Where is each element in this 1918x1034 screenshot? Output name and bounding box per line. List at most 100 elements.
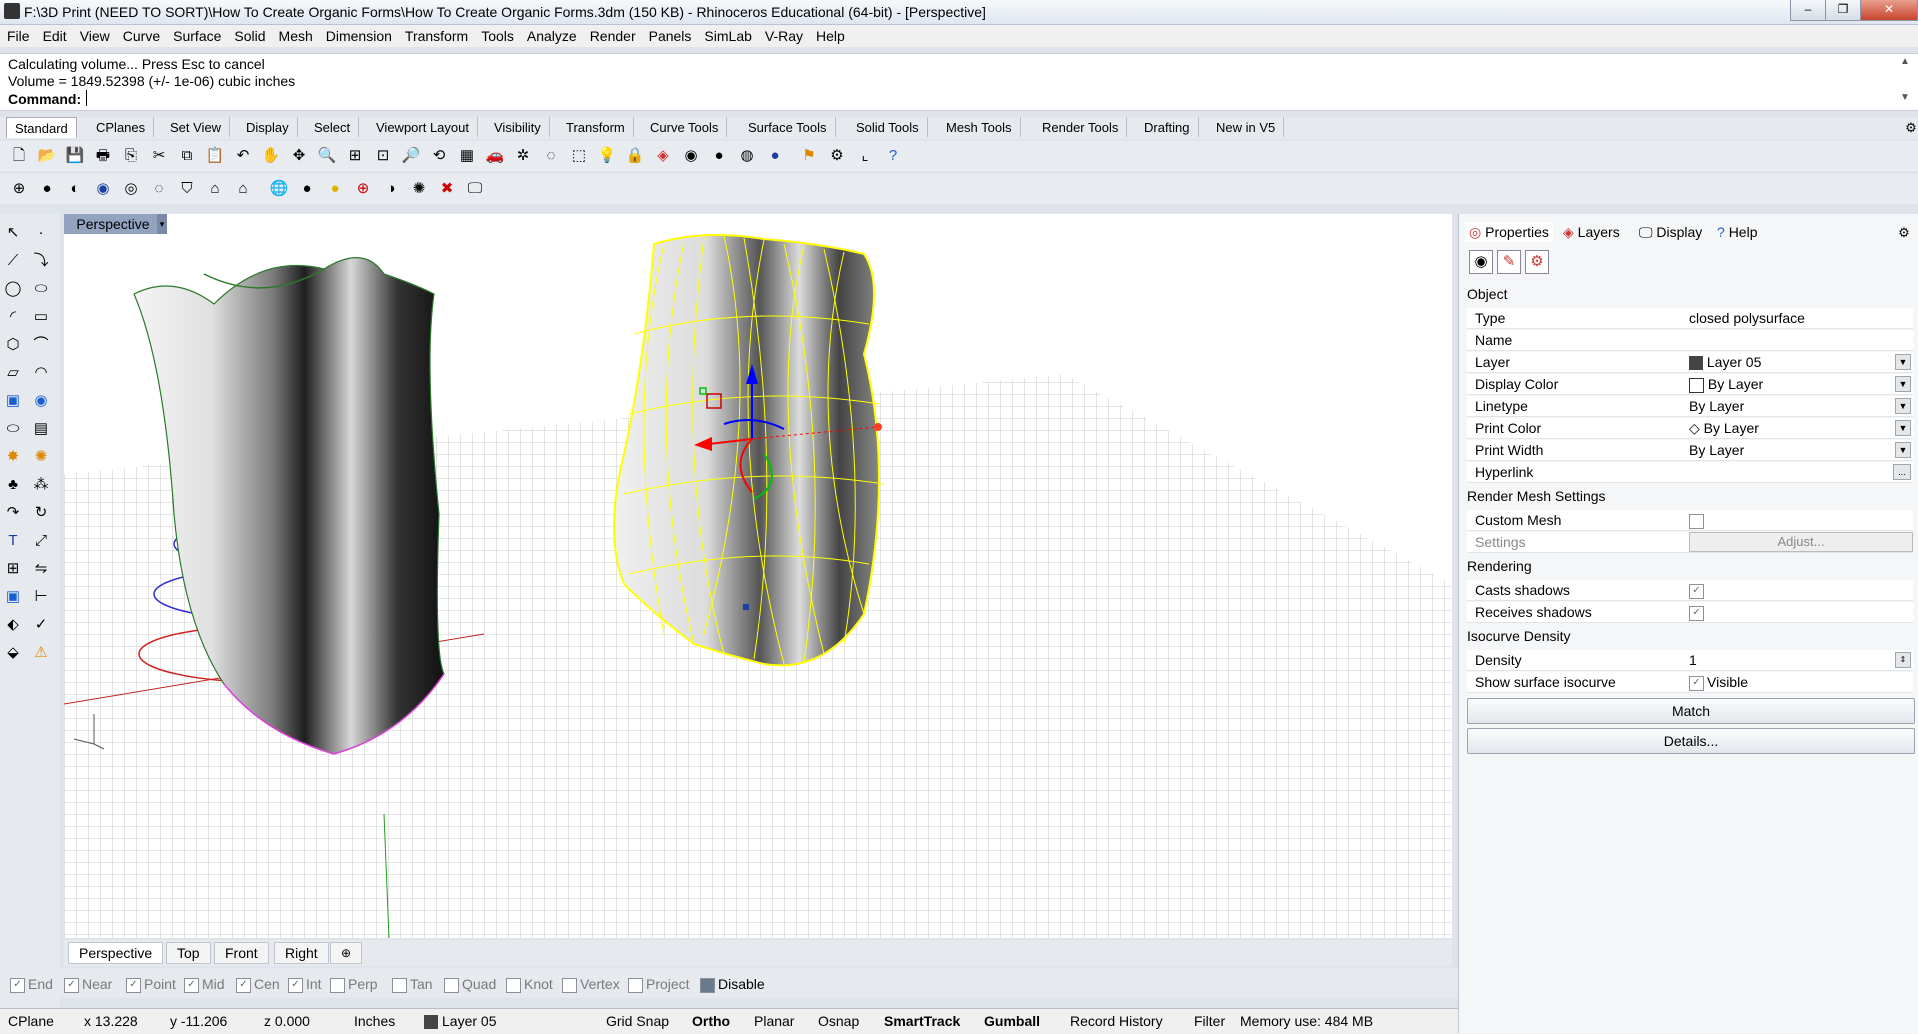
prop-row-casts-shadows[interactable]: Casts shadows ✓ (1467, 580, 1913, 601)
osnap-knot[interactable]: Knot (506, 976, 553, 993)
color-wheel-icon[interactable]: ◉ (680, 145, 702, 167)
pan-icon[interactable]: ✋ (260, 145, 282, 167)
tab-set-view[interactable]: Set View (162, 117, 231, 137)
osnap-end[interactable]: ✓ End (10, 976, 53, 993)
density-spinner-icon[interactable]: ⇕ (1895, 652, 1911, 668)
chevron-down-icon[interactable]: ▼ (1895, 398, 1911, 414)
tab-transform[interactable]: Transform (558, 117, 634, 137)
render-icon[interactable]: ● (764, 145, 786, 167)
panel-tab-display[interactable]: 🖵 Display (1639, 222, 1702, 242)
menu-render[interactable]: Render (583, 25, 642, 44)
select-arrow-icon[interactable]: ↖ (2, 222, 24, 244)
osnap-quad[interactable]: Quad (444, 976, 496, 993)
osnap-point[interactable]: ✓ Point (126, 976, 176, 993)
menu-solid[interactable]: Solid (227, 25, 271, 44)
car-icon[interactable]: 🚗 (484, 145, 506, 167)
menu-view[interactable]: View (73, 25, 116, 44)
prop-row-custom-mesh[interactable]: Custom Mesh (1467, 510, 1913, 531)
polygon-icon[interactable]: ⬡ (2, 334, 24, 356)
box-icon[interactable]: ▣ (2, 390, 24, 412)
layer-icon[interactable]: ◈ (652, 145, 674, 167)
snap-icon[interactable]: ✲ (512, 145, 534, 167)
render-preview-icon[interactable]: ◍ (736, 145, 758, 167)
zoom-extents-icon[interactable]: ⊡ (372, 145, 394, 167)
yellow-sphere-icon[interactable]: ● (324, 178, 346, 200)
loft-icon[interactable]: ◠ (30, 362, 52, 384)
menu-file[interactable]: File (0, 25, 36, 44)
zoom-dynamic-icon[interactable]: 🔍 (316, 145, 338, 167)
boolean-icon[interactable]: ◉ (30, 390, 52, 412)
panel-settings-gear-icon[interactable]: ⚙ (1893, 222, 1915, 244)
match-button[interactable]: Match (1467, 698, 1915, 724)
material-icon[interactable]: ✎ (1497, 250, 1521, 274)
viewport-tab-top[interactable]: Top (166, 942, 211, 964)
delete-icon[interactable]: ✖ (436, 178, 458, 200)
polyline-icon[interactable]: ⟋ (2, 250, 24, 272)
tab-viewport-layout[interactable]: Viewport Layout (368, 117, 478, 137)
tab-cplanes[interactable]: CPlanes (88, 117, 155, 137)
chevron-down-icon[interactable]: ▼ (1895, 442, 1911, 458)
menu-simlab[interactable]: SimLab (697, 25, 757, 44)
prop-row-print-color[interactable]: Print Color ◇ By Layer ▼ (1467, 418, 1913, 439)
options-gear-icon[interactable]: ⚙ (826, 145, 848, 167)
surface-icon[interactable]: ▱ (2, 362, 24, 384)
tab-curve-tools[interactable]: Curve Tools (642, 117, 728, 137)
sun-icon[interactable]: ✺ (408, 178, 430, 200)
material-sphere-icon[interactable]: ● (296, 178, 318, 200)
prop-row-show-isocurve[interactable]: Show surface isocurve ✓ Visible (1467, 672, 1913, 693)
hide-icon[interactable]: ⬙ (2, 642, 24, 664)
organic-vase-right-selected[interactable] (613, 234, 885, 667)
osnap-perp[interactable]: Perp (330, 976, 378, 993)
command-input[interactable] (86, 90, 87, 106)
menu-mesh[interactable]: Mesh (272, 25, 319, 44)
status-filter[interactable]: Filter (1194, 1013, 1225, 1029)
pen-icon[interactable]: ⌂ (204, 178, 226, 200)
viewport-tab-front[interactable]: Front (214, 942, 269, 964)
open-file-icon[interactable]: 📂 (36, 145, 58, 167)
minimize-button[interactable]: – (1790, 0, 1826, 21)
xray-icon[interactable]: ◎ (120, 178, 142, 200)
chevron-down-icon[interactable]: ▼ (1895, 376, 1911, 392)
perspective-viewport[interactable] (64, 214, 1452, 938)
split-icon[interactable]: ✺ (30, 446, 52, 468)
group-icon[interactable]: ♣ (2, 474, 24, 496)
prop-row-name[interactable]: Name (1467, 330, 1913, 351)
print-icon[interactable]: 🖶 (92, 145, 114, 167)
artistic-icon[interactable]: ⛉ (176, 178, 198, 200)
gear-icon[interactable]: ⚙ (1900, 117, 1918, 139)
mirror-icon[interactable]: ⇋ (30, 558, 52, 580)
technical-icon[interactable]: ◌ (148, 178, 170, 200)
move-icon[interactable]: ↷ (2, 502, 24, 524)
osnap-int[interactable]: ✓ Int (288, 976, 322, 993)
four-viewports-icon[interactable]: ▦ (456, 145, 478, 167)
menu-transform[interactable]: Transform (398, 25, 474, 44)
block-icon[interactable]: ▣ (2, 586, 24, 608)
scroll-up-icon[interactable]: ▲ (1900, 56, 1910, 67)
warning-icon[interactable]: ⚠ (30, 642, 52, 664)
cut-icon[interactable]: ✂ (148, 145, 170, 167)
panel-tab-help[interactable]: ? Help (1717, 222, 1757, 242)
globe-icon[interactable]: 🌐 (268, 178, 290, 200)
status-osnap[interactable]: Osnap (818, 1013, 859, 1029)
analyze-icon[interactable]: ⬖ (2, 614, 24, 636)
menu-vray[interactable]: V-Ray (758, 25, 809, 44)
prop-row-linetype[interactable]: Linetype By Layer ▼ (1467, 396, 1913, 417)
visible-checkbox[interactable]: ✓ (1689, 675, 1704, 691)
copy-icon[interactable]: ⧉ (176, 145, 198, 167)
status-cplane[interactable]: CPlane (8, 1013, 54, 1029)
receives-shadows-checkbox[interactable]: ✓ (1689, 605, 1704, 621)
shaded-icon[interactable]: ● (36, 178, 58, 200)
select-all-icon[interactable]: ◌ (540, 145, 562, 167)
chevron-down-icon[interactable]: ▼ (1895, 420, 1911, 436)
prop-row-hyperlink[interactable]: Hyperlink... (1467, 462, 1913, 483)
cplane-icon[interactable]: ⌞ (854, 145, 876, 167)
maximize-button[interactable]: ❐ (1825, 0, 1861, 21)
ghosted-icon[interactable]: ◉ (92, 178, 114, 200)
rendered-icon[interactable]: ◐ (64, 178, 86, 200)
save-icon[interactable]: 💾 (64, 145, 86, 167)
rotate-view-icon[interactable]: ✥ (288, 145, 310, 167)
prop-row-receives-shadows[interactable]: Receives shadows ✓ (1467, 602, 1913, 623)
flag-icon[interactable]: ⚑ (798, 145, 820, 167)
render-sphere-icon[interactable]: ● (708, 145, 730, 167)
status-smarttrack[interactable]: SmartTrack (884, 1013, 960, 1029)
